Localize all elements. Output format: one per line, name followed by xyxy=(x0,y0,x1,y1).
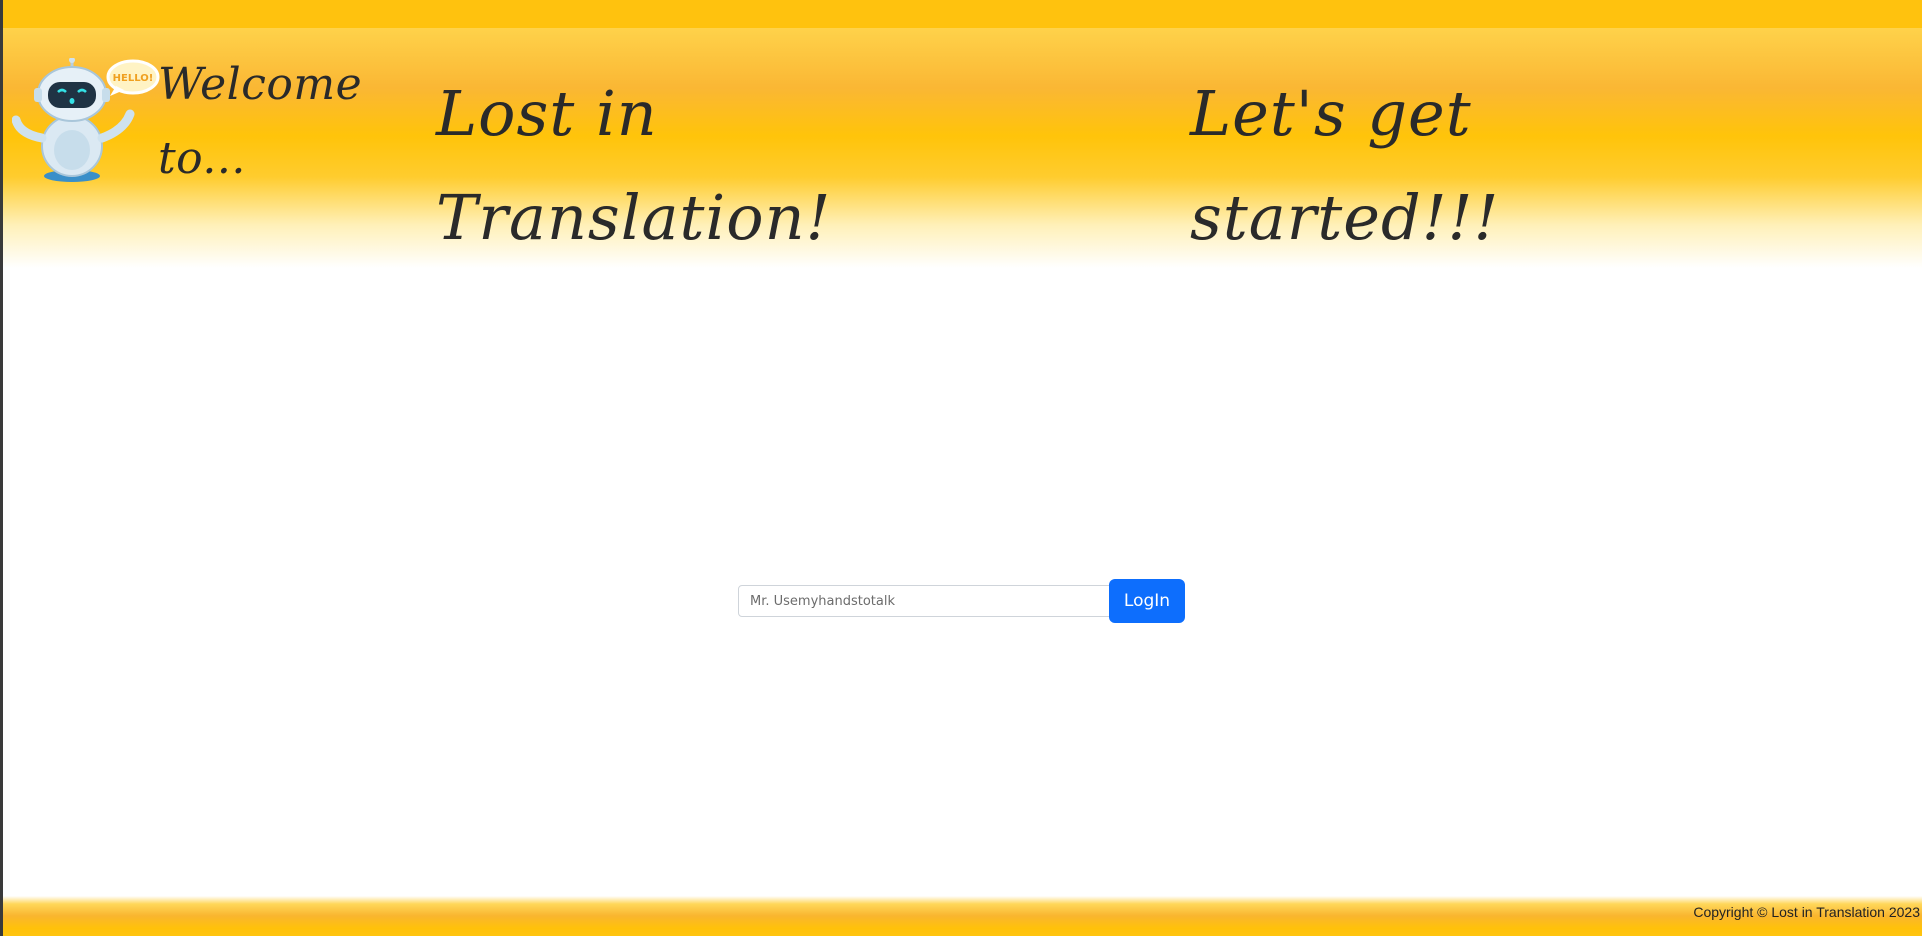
login-form: LogIn xyxy=(738,579,1185,623)
page: HELLO! Welcome to... Lost in Translation… xyxy=(0,0,1922,936)
tagline: Let's get started!!! xyxy=(1190,77,1500,254)
login-button[interactable]: LogIn xyxy=(1109,579,1185,623)
footer xyxy=(3,896,1922,936)
username-input[interactable] xyxy=(738,585,1111,617)
hello-bubble-text: HELLO! xyxy=(113,73,154,84)
copyright-text: Copyright © Lost in Translation 2023 xyxy=(1693,904,1920,920)
top-bar xyxy=(3,0,1922,29)
page-title: Lost in Translation! xyxy=(436,77,832,254)
robot-mascot-icon: HELLO! xyxy=(12,58,160,182)
welcome-text: Welcome to... xyxy=(158,59,363,184)
